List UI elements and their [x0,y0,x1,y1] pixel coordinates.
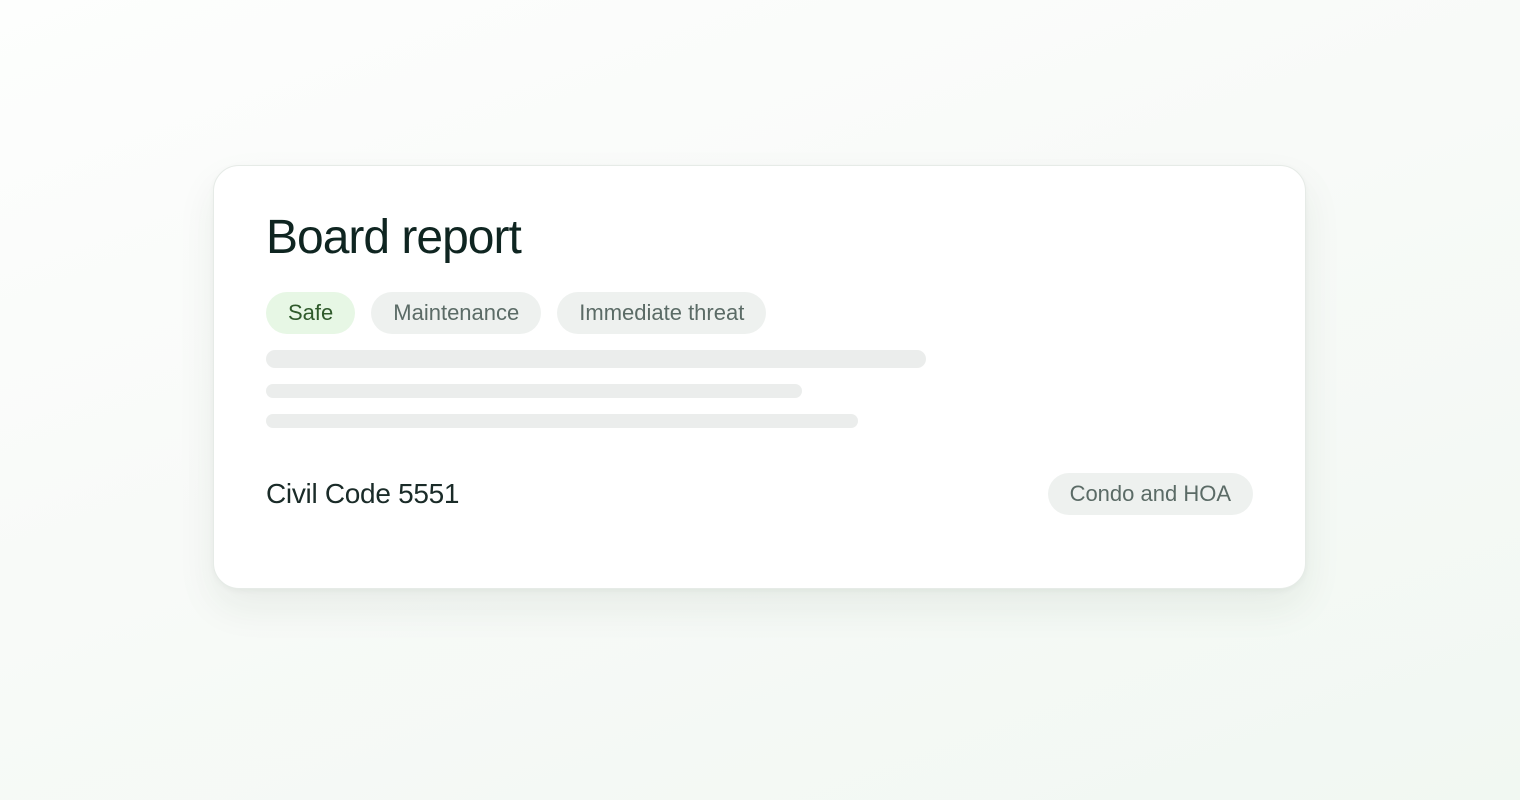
chip-immediate-threat[interactable]: Immediate threat [557,292,767,334]
chip-safe[interactable]: Safe [266,292,356,334]
status-chip-group: Safe Maintenance Immediate threat [266,292,767,334]
skeleton-line [266,350,926,368]
civil-code-reference: Civil Code 5551 [266,478,460,509]
card-title: Board report [266,211,522,264]
board-report-card: Board report Safe Maintenance Immediate … [213,165,1306,589]
category-tag: Condo and HOA [1047,473,1253,515]
skeleton-line [266,414,858,428]
chip-maintenance[interactable]: Maintenance [371,292,542,334]
skeleton-line [266,384,802,398]
